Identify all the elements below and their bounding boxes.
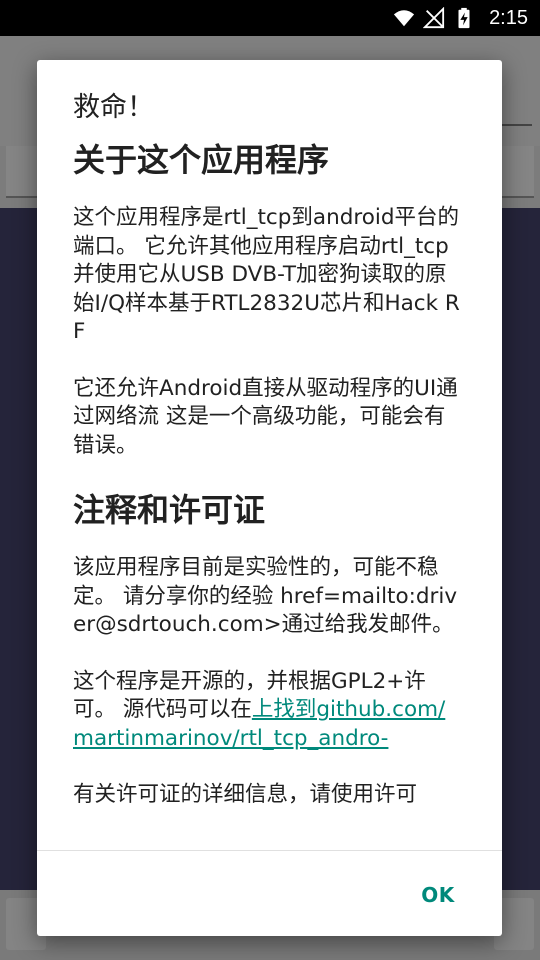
dialog-actions: OK <box>37 851 502 936</box>
status-bar: 2:15 <box>0 0 540 36</box>
license-paragraph-1: 该应用程序目前是实验性的，可能不稳定。 请分享你的经验 href=mailto:… <box>73 555 458 637</box>
section-heading-about: 关于这个应用程序 <box>73 141 330 179</box>
dialog-title: 救命！ <box>73 92 154 123</box>
section-heading-license: 注释和许可证 <box>73 491 266 529</box>
wifi-icon <box>393 10 415 27</box>
license-paragraph-2: 这个程序是开源的，并根据GPL2+许可。 源代码可以在上找到github.com… <box>73 668 466 754</box>
status-time: 2:15 <box>489 6 528 29</box>
help-dialog: 救命！ 关于这个应用程序 这个应用程序是rtl_tcp到android平台的端口… <box>37 60 502 936</box>
ok-button[interactable]: OK <box>408 875 468 915</box>
about-paragraph-2: 它还允许Android直接从驱动程序的UI通过网络流 这是一个高级功能，可能会有… <box>73 375 458 458</box>
no-signal-icon <box>423 7 445 29</box>
license-details-paragraph: 有关许可证的详细信息，请使用许可 <box>73 782 418 807</box>
about-paragraph-1: 这个应用程序是rtl_tcp到android平台的端口。 它允许其他应用程序启动… <box>73 205 460 344</box>
dialog-scroll-content[interactable]: 救命！ 关于这个应用程序 这个应用程序是rtl_tcp到android平台的端口… <box>37 60 502 850</box>
battery-charging-icon <box>458 7 470 29</box>
